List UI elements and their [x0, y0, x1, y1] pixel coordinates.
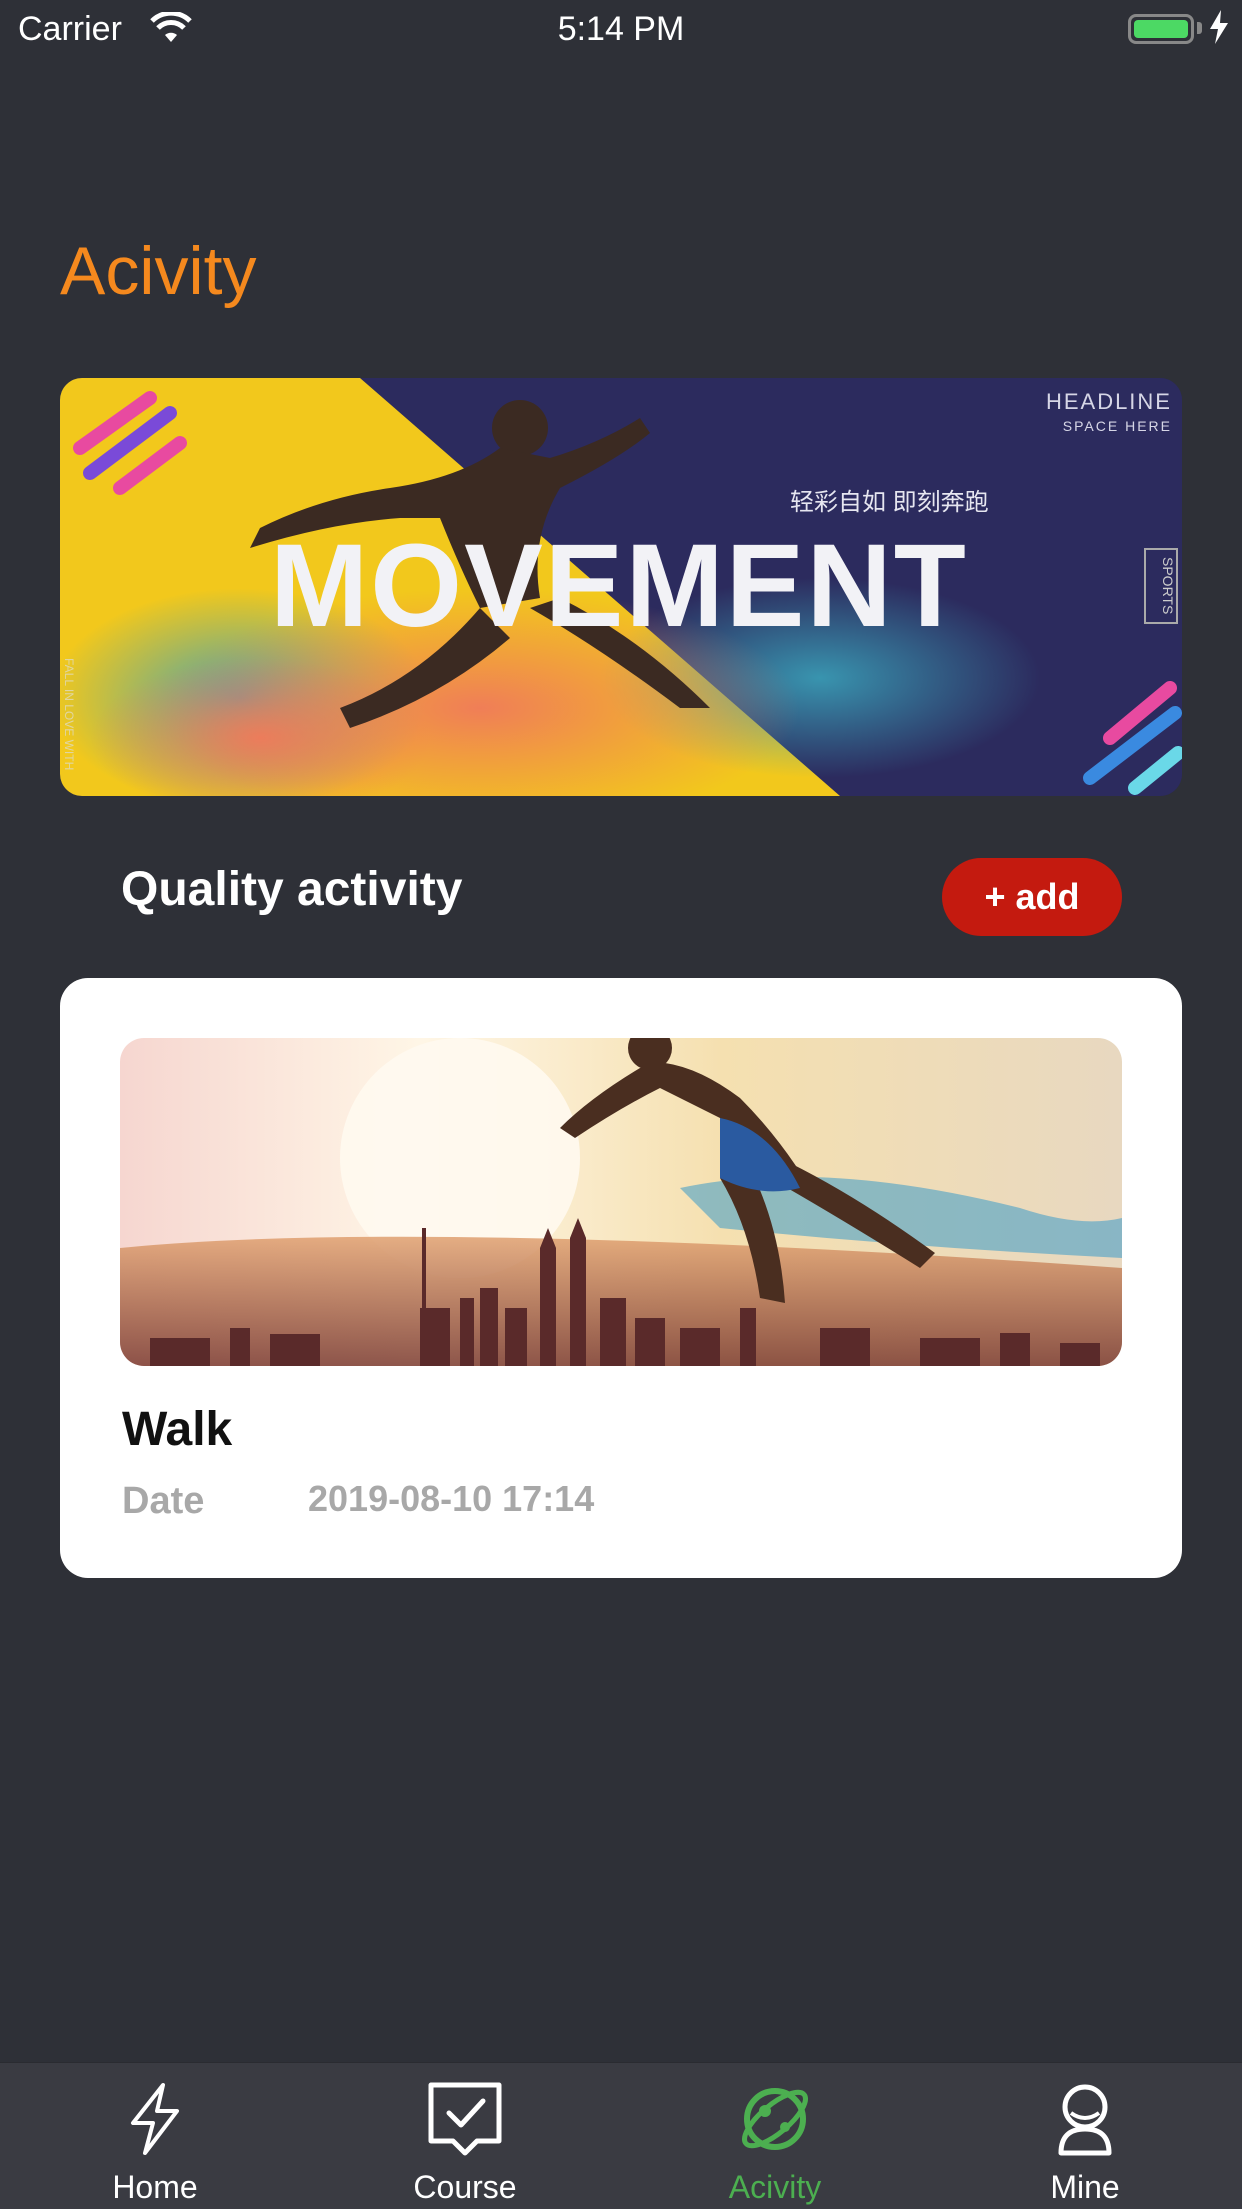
activity-image — [120, 1038, 1122, 1366]
status-bar: Carrier 5:14 PM — [0, 0, 1242, 60]
activity-date-label: Date — [122, 1480, 205, 1522]
battery-cap — [1197, 22, 1202, 34]
tab-course[interactable]: Course — [310, 2063, 620, 2209]
checklist-icon — [310, 2081, 620, 2161]
banner-slogan: 轻彩自如 即刻奔跑 — [790, 489, 989, 516]
planet-icon — [620, 2081, 930, 2161]
activity-name: Walk — [122, 1403, 233, 1456]
battery-icon — [1128, 14, 1194, 44]
add-activity-button[interactable]: + add — [942, 858, 1122, 936]
headline-text: HEADLINE — [1045, 389, 1172, 414]
tab-home[interactable]: Home — [0, 2063, 310, 2209]
activity-card[interactable]: Walk Date 2019-08-10 17:14 — [60, 978, 1182, 1578]
banner-side-text: FALL IN LOVE WITH — [62, 658, 76, 771]
banner-main-word: MOVEMENT — [270, 520, 968, 652]
tab-bar: Home Course Acivity Mine — [0, 2062, 1242, 2209]
tab-label: Home — [112, 2169, 198, 2205]
page-title: Acivity — [60, 233, 257, 309]
tab-label: Acivity — [728, 2169, 822, 2205]
banner-headline: HEADLINE SPACE HERE — [1046, 390, 1172, 438]
charging-icon — [1208, 10, 1230, 53]
person-icon — [930, 2081, 1240, 2161]
tab-label: Course — [413, 2169, 517, 2205]
tab-mine[interactable]: Mine — [930, 2063, 1240, 2209]
section-title: Quality activity — [121, 863, 463, 916]
tab-activity[interactable]: Acivity — [620, 2063, 930, 2209]
activity-date-value: 2019-08-10 17:14 — [308, 1478, 595, 1519]
tab-label: Mine — [1050, 2169, 1120, 2205]
banner-side-tag: SPORTS — [1144, 548, 1178, 624]
headline-subtext: SPACE HERE — [1062, 418, 1172, 434]
promo-banner[interactable]: HEADLINE SPACE HERE 轻彩自如 即刻奔跑 MOVEMENT S… — [60, 378, 1182, 796]
clock-time: 5:14 PM — [557, 10, 685, 48]
lightning-icon — [0, 2081, 310, 2161]
